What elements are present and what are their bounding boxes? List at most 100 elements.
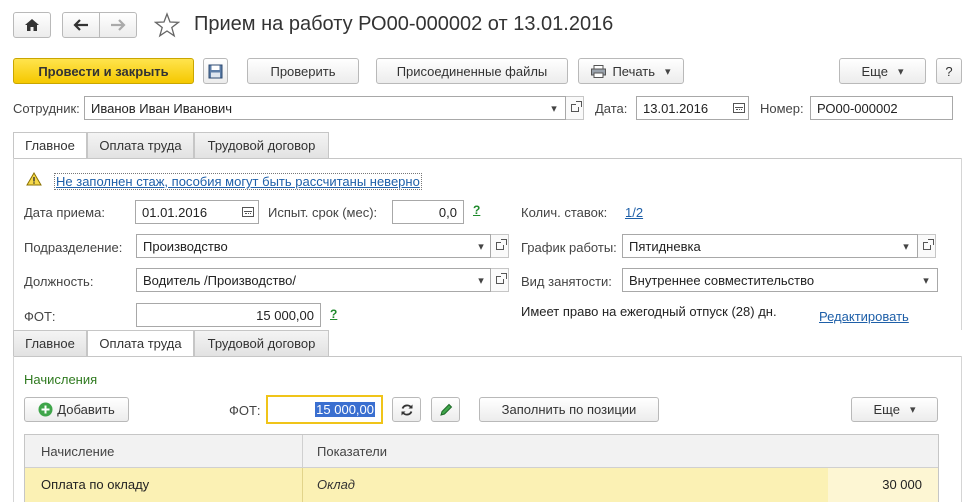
add-label: Добавить [57, 402, 115, 417]
tab-contract[interactable]: Трудовой договор [194, 132, 329, 159]
tab-main[interactable]: Главное [13, 132, 87, 159]
employee-dropdown-button[interactable]: ▾ [544, 96, 564, 120]
schedule-field[interactable]: Пятидневка [622, 234, 918, 258]
date-label: Дата: [595, 101, 628, 116]
table-header: Начисление Показатели [25, 435, 938, 468]
open-window-icon [495, 239, 507, 250]
check-button[interactable]: Проверить [247, 58, 359, 84]
chevron-down-icon: ▾ [903, 240, 909, 253]
attached-files-button[interactable]: Присоединенные файлы [376, 58, 568, 84]
employment-label: Вид занятости: [521, 274, 612, 289]
rates-link[interactable]: 1/2 [625, 205, 643, 220]
back-button[interactable] [62, 12, 100, 38]
payroll-fot-label: ФОТ: [229, 403, 261, 418]
chevron-down-icon: ▾ [551, 102, 557, 115]
save-button[interactable] [203, 58, 228, 84]
vacation-text: Имеет право на ежегодный отпуск (28) дн. [521, 304, 777, 319]
rates-label: Колич. ставок: [521, 205, 608, 220]
department-label: Подразделение: [24, 240, 123, 255]
value-cell: 30 000 [882, 477, 922, 492]
edit-vacation-link[interactable]: Редактировать [819, 309, 909, 324]
calendar-icon [733, 103, 745, 113]
lower-panel-border-left [13, 356, 14, 502]
position-field[interactable]: Водитель /Производство/ [136, 268, 491, 292]
home-button[interactable] [13, 12, 51, 38]
add-accrual-button[interactable]: Добавить [24, 397, 129, 422]
fot-label: ФОТ: [24, 309, 56, 324]
fot-help-link[interactable]: ? [330, 307, 337, 321]
accruals-table: Начисление Показатели Оплата по окладу О… [24, 434, 939, 502]
more-menu-button[interactable]: Еще [839, 58, 926, 84]
tab-payroll[interactable]: Оплата труда [87, 132, 194, 159]
open-window-icon [495, 273, 507, 284]
number-field[interactable]: РО00-000002 [810, 96, 953, 120]
post-and-close-button[interactable]: Провести и закрыть [13, 58, 194, 84]
hire-date-calendar-button[interactable] [238, 200, 258, 224]
edit-button[interactable] [431, 397, 460, 422]
column-header-accrual[interactable]: Начисление [41, 444, 114, 459]
payroll-fot-value: 15 000,00 [315, 402, 375, 417]
pencil-icon [439, 403, 452, 416]
print-button[interactable]: Печать [578, 58, 684, 84]
chevron-down-icon: ▾ [923, 274, 929, 287]
employee-label: Сотрудник: [13, 101, 80, 116]
department-field[interactable]: Производство [136, 234, 491, 258]
favorite-star-icon[interactable] [153, 12, 181, 38]
accrual-cell: Оплата по окладу [41, 477, 150, 492]
probation-help-link[interactable]: ? [473, 203, 480, 217]
tab-main-lower[interactable]: Главное [13, 330, 87, 357]
position-open-button[interactable] [491, 268, 509, 292]
row-divider-1 [302, 468, 303, 502]
employee-open-button[interactable] [566, 96, 584, 120]
department-open-button[interactable] [491, 234, 509, 258]
probation-label: Испыт. срок (мес): [268, 205, 378, 220]
experience-warning-link[interactable]: Не заполнен стаж, пособия могут быть рас… [54, 173, 422, 190]
position-label: Должность: [24, 274, 94, 289]
open-window-icon [570, 101, 582, 112]
table-row[interactable]: Оплата по окладу Оклад 30 000 [25, 468, 938, 502]
employee-field[interactable]: Иванов Иван Иванович [84, 96, 566, 120]
tab-payroll-lower[interactable]: Оплата труда [87, 330, 194, 357]
refresh-button[interactable] [392, 397, 421, 422]
help-button[interactable]: ? [936, 58, 962, 84]
accruals-section-title: Начисления [24, 372, 98, 387]
schedule-open-button[interactable] [918, 234, 936, 258]
probation-field[interactable]: 0,0 [392, 200, 464, 224]
warning-icon [26, 172, 42, 189]
tab-panel-border-left [13, 158, 14, 330]
department-dropdown-button[interactable]: ▾ [471, 234, 491, 258]
payroll-fot-field[interactable]: 15 000,00 [266, 395, 383, 424]
tab-panel-border-right [961, 158, 962, 330]
payroll-more-button[interactable]: Еще [851, 397, 938, 422]
number-label: Номер: [760, 101, 804, 116]
forward-button[interactable] [99, 12, 137, 38]
refresh-icon [401, 404, 412, 415]
home-icon [25, 19, 39, 31]
hire-date-label: Дата приема: [24, 205, 105, 220]
lower-panel-border-right [961, 356, 962, 502]
employment-dropdown-button[interactable]: ▾ [916, 268, 936, 292]
payroll-more-label: Еще [873, 402, 900, 417]
position-dropdown-button[interactable]: ▾ [471, 268, 491, 292]
window-title: Прием на работу РО00-000002 от 13.01.201… [194, 13, 614, 35]
indicator-cell: Оклад [317, 477, 355, 492]
column-divider [302, 435, 303, 468]
tab-contract-lower[interactable]: Трудовой договор [194, 330, 329, 357]
open-window-icon [922, 239, 934, 250]
printer-icon [591, 64, 607, 78]
lower-tab-divider [13, 356, 962, 357]
employment-field[interactable]: Внутреннее совместительство [622, 268, 938, 292]
arrow-left-icon [73, 19, 88, 31]
print-label: Печать [612, 63, 656, 79]
more-label: Еще [861, 63, 888, 79]
date-calendar-button[interactable] [729, 96, 749, 120]
arrow-right-icon [111, 19, 126, 31]
fill-by-position-button[interactable]: Заполнить по позиции [479, 397, 659, 422]
plus-icon [38, 402, 53, 417]
tab-divider [13, 158, 962, 159]
schedule-dropdown-button[interactable]: ▾ [896, 234, 916, 258]
floppy-icon [208, 64, 223, 78]
chevron-down-icon: ▾ [478, 274, 484, 287]
fot-field[interactable]: 15 000,00 [136, 303, 321, 327]
column-header-indicators[interactable]: Показатели [317, 444, 387, 459]
